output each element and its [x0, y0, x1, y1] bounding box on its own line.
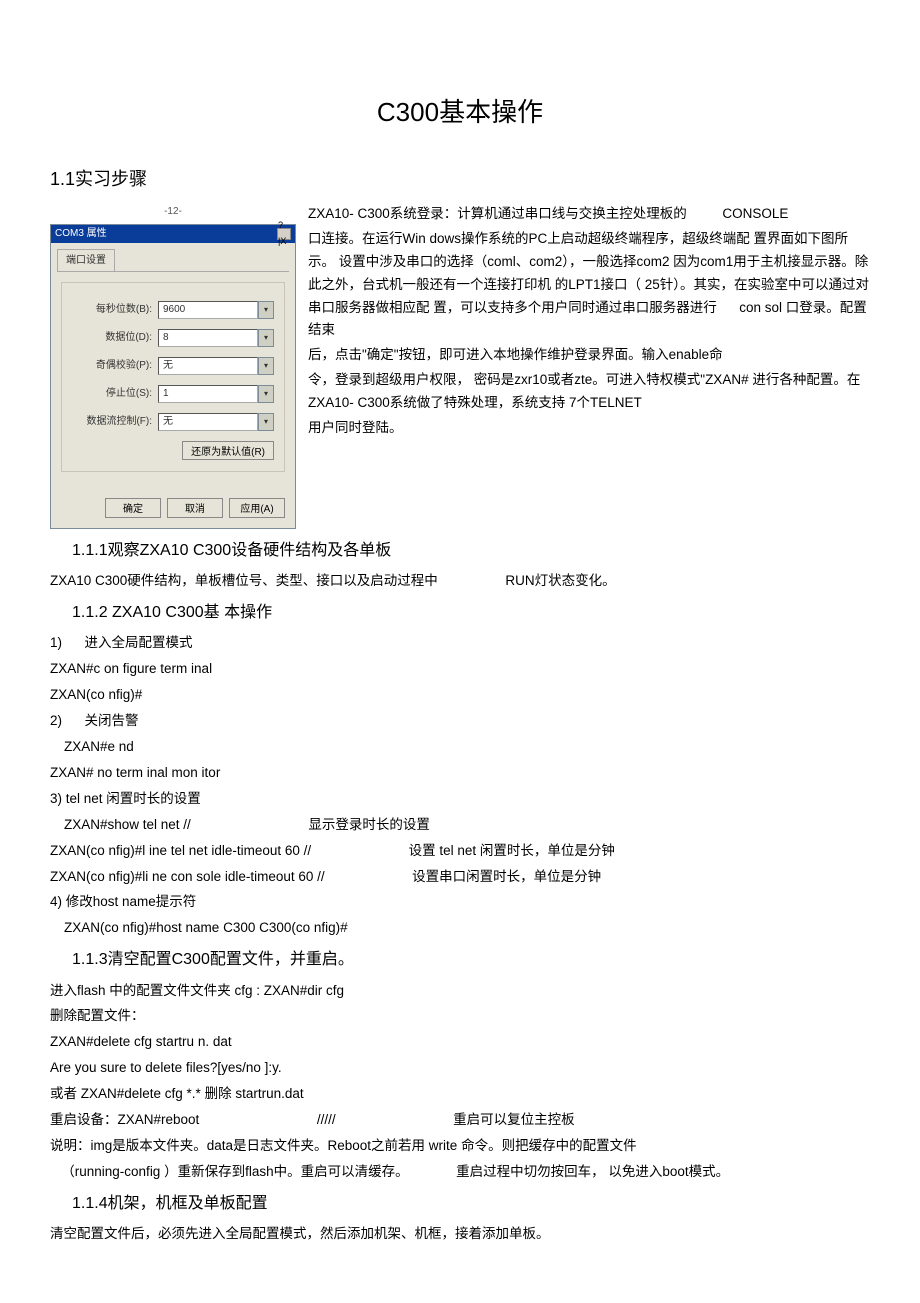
cli-line: ZXAN#e nd	[64, 736, 870, 759]
baud-select[interactable]: 9600	[158, 301, 258, 319]
section-1-1: 1.1实习步骤	[50, 164, 870, 195]
parity-label: 奇偶校验(P):	[72, 357, 158, 374]
s113-line: 删除配置文件：	[50, 1005, 870, 1028]
dialog-title: COM3 属性	[55, 225, 107, 242]
section-1-1-4: 1.1.4机架，机框及单板配置	[72, 1190, 870, 1217]
page-title: C300基本操作	[50, 90, 870, 134]
tab-port-settings[interactable]: 端口设置	[57, 249, 115, 271]
dialog-tab-bar: 端口设置	[57, 249, 289, 272]
parity-select[interactable]: 无	[158, 357, 258, 375]
close-icon[interactable]: ?|X	[277, 228, 291, 240]
step-title: 关闭告警	[85, 713, 139, 728]
intro-text: ZXA10- C300系统登录：计算机通过串口线与交换主控处理板的 CONSOL…	[308, 203, 870, 442]
chevron-down-icon[interactable]: ▾	[258, 385, 274, 403]
section-1-1-2: 1.1.2 ZXA10 C300基 本操作	[72, 599, 870, 626]
s111-run: RUN灯状态变化。	[505, 573, 615, 588]
chevron-down-icon[interactable]: ▾	[258, 357, 274, 375]
cli-line: ZXAN#delete cfg startru n. dat	[50, 1031, 870, 1054]
s113-line: 进入flash 中的配置文件文件夹 cfg : ZXAN#dir cfg	[50, 980, 870, 1003]
cli-comment: 设置 tel net 闲置时长，单位是分钟	[409, 843, 615, 858]
s113-line: 或者 ZXAN#delete cfg *.* 删除 startrun.dat	[50, 1083, 870, 1106]
stop-bits-select[interactable]: 1	[158, 385, 258, 403]
intro-line: 后，点击"确定"按钮，即可进入本地操作维护登录界面。输入enable命	[308, 344, 870, 367]
step-num: 1)	[50, 635, 62, 650]
s113-line: （running-config ）重新保存到flash中。重启可以清缓存。	[61, 1164, 408, 1179]
chevron-down-icon[interactable]: ▾	[258, 301, 274, 319]
ok-button[interactable]: 确定	[105, 498, 161, 518]
s113-line: 说明：img是版本文件夹。data是日志文件夹。Reboot之前若用 write…	[50, 1135, 870, 1158]
page-num: -12-	[50, 203, 296, 220]
chevron-down-icon[interactable]: ▾	[258, 413, 274, 431]
flow-control-label: 数据流控制(F):	[72, 413, 158, 430]
com-properties-dialog: COM3 属性 ?|X 端口设置 每秒位数(B): 9600 ▾ 数据位	[50, 224, 296, 529]
intro-line: ZXA10- C300系统登录：计算机通过串口线与交换主控处理板的	[308, 206, 687, 221]
baud-label: 每秒位数(B):	[72, 301, 158, 318]
step-title: 4) 修改host name提示符	[50, 891, 870, 914]
cli-line: /////	[317, 1112, 336, 1127]
chevron-down-icon[interactable]: ▾	[258, 329, 274, 347]
cli-line: Are you sure to delete files?[yes/no ]:y…	[50, 1057, 870, 1080]
cancel-button[interactable]: 取消	[167, 498, 223, 518]
intro-line: 用户同时登陆。	[308, 417, 870, 440]
cli-line: ZXAN(co nfig)#l ine tel net idle-timeout…	[50, 843, 311, 858]
settings-group: 每秒位数(B): 9600 ▾ 数据位(D): 8 ▾	[61, 282, 285, 472]
section-1-1-1: 1.1.1观察ZXA10 C300设备硬件结构及各单板	[72, 537, 870, 564]
stop-bits-label: 停止位(S):	[72, 385, 158, 402]
data-bits-select[interactable]: 8	[158, 329, 258, 347]
s113-line: 重启过程中切勿按回车， 以免进入boot模式。	[456, 1164, 729, 1179]
cli-comment: 显示登录时长的设置	[308, 817, 430, 832]
section-1-1-3: 1.1.3清空配置C300配置文件，并重启。	[72, 946, 870, 973]
s111-text: ZXA10 C300硬件结构，单板槽位号、类型、接口以及启动过程中	[50, 573, 438, 588]
intro-line: 令，登录到超级用户权限， 密码是zxr10或者zte。可进入特权模式"ZXAN#…	[308, 369, 870, 415]
cli-line: ZXAN(co nfig)#	[50, 684, 870, 707]
s114-line: 清空配置文件后，必须先进入全局配置模式，然后添加机架、机框，接着添加单板。	[50, 1223, 870, 1246]
apply-button[interactable]: 应用(A)	[229, 498, 285, 518]
cli-comment: 设置串口闲置时长，单位是分钟	[412, 869, 601, 884]
restore-defaults-button[interactable]: 还原为默认值(R)	[182, 441, 274, 460]
flow-control-select[interactable]: 无	[158, 413, 258, 431]
cli-line: 重启设备：ZXAN#reboot	[50, 1112, 199, 1127]
data-bits-label: 数据位(D):	[72, 329, 158, 346]
cli-line: ZXAN#show tel net //	[64, 817, 191, 832]
step-title: 3) tel net 闲置时长的设置	[50, 788, 870, 811]
cli-line: ZXAN#c on figure term inal	[50, 658, 870, 681]
cli-line: ZXAN# no term inal mon itor	[50, 762, 870, 785]
step-title: 进入全局配置模式	[85, 635, 193, 650]
cli-comment: 重启可以复位主控板	[453, 1112, 575, 1127]
intro-word-console: CONSOLE	[722, 206, 788, 221]
cli-line: ZXAN(co nfig)#li ne con sole idle-timeou…	[50, 869, 325, 884]
cli-line: ZXAN(co nfig)#host name C300 C300(co nfi…	[64, 917, 870, 940]
dialog-titlebar: COM3 属性 ?|X	[51, 225, 295, 243]
step-num: 2)	[50, 713, 62, 728]
